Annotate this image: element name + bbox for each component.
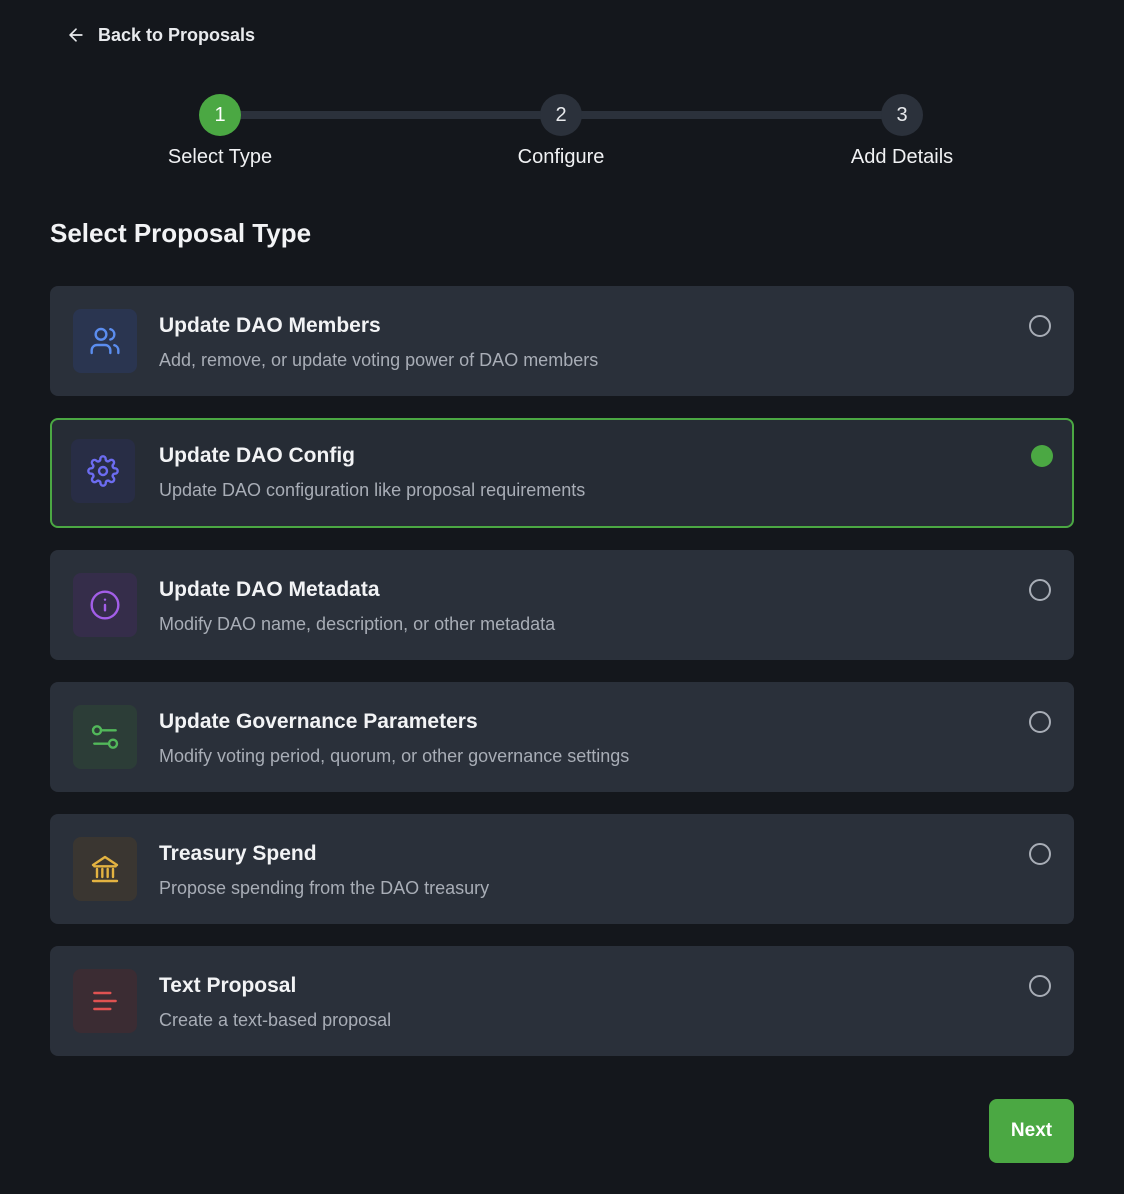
step-number-2: 2 [540, 94, 582, 136]
card-description: Add, remove, or update voting power of D… [159, 350, 599, 370]
radio-unselected[interactable] [1029, 315, 1051, 337]
proposal-type-card-treasury[interactable]: Treasury Spend Propose spending from the… [50, 814, 1074, 924]
radio-selected[interactable] [1031, 445, 1053, 467]
back-to-proposals-link[interactable]: Back to Proposals [66, 22, 255, 48]
proposal-type-list: Update DAO Members Add, remove, or updat… [50, 286, 1074, 1078]
governance-icon-tile [73, 705, 137, 769]
info-icon [90, 590, 120, 620]
card-description: Modify DAO name, description, or other m… [159, 614, 556, 634]
text-icon-tile [73, 969, 137, 1033]
proposal-type-card-members[interactable]: Update DAO Members Add, remove, or updat… [50, 286, 1074, 396]
card-title: Update DAO Config [159, 444, 355, 467]
progress-stepper: 1 Select Type 2 Configure 3 Add Details [0, 94, 1124, 184]
bank-icon [91, 855, 119, 883]
next-button[interactable]: Next [989, 1099, 1074, 1163]
radio-unselected[interactable] [1029, 711, 1051, 733]
step-select-type: 1 Select Type [120, 94, 320, 169]
card-description: Update DAO configuration like proposal r… [159, 480, 586, 500]
create-proposal-page: Back to Proposals 1 Select Type 2 Config… [0, 0, 1124, 1194]
step-number-1: 1 [199, 94, 241, 136]
card-description: Create a text-based proposal [159, 1010, 392, 1030]
back-link-label: Back to Proposals [98, 24, 256, 45]
step-label-3: Add Details [850, 146, 954, 168]
treasury-icon-tile [73, 837, 137, 901]
card-title: Update DAO Members [159, 314, 381, 337]
config-icon-tile [71, 439, 135, 503]
card-title: Update DAO Metadata [159, 578, 380, 601]
text-lines-icon [93, 991, 117, 1011]
sliders-icon [91, 725, 119, 749]
members-icon-tile [73, 309, 137, 373]
step-number-3: 3 [881, 94, 923, 136]
step-configure: 2 Configure [461, 94, 661, 169]
radio-unselected[interactable] [1029, 975, 1051, 997]
card-description: Modify voting period, quorum, or other g… [159, 746, 630, 766]
step-label-2: Configure [517, 146, 605, 168]
card-description: Propose spending from the DAO treasury [159, 878, 490, 898]
step-add-details: 3 Add Details [802, 94, 1002, 169]
card-title: Update Governance Parameters [159, 710, 478, 733]
proposal-type-card-metadata[interactable]: Update DAO Metadata Modify DAO name, des… [50, 550, 1074, 660]
card-title: Text Proposal [159, 974, 297, 997]
arrow-left-icon [69, 28, 83, 42]
page-title: Select Proposal Type [50, 218, 312, 248]
users-icon [90, 327, 120, 355]
step-label-1: Select Type [167, 146, 273, 168]
proposal-type-card-text[interactable]: Text Proposal Create a text-based propos… [50, 946, 1074, 1056]
gear-icon [87, 455, 119, 487]
card-title: Treasury Spend [159, 842, 317, 865]
metadata-icon-tile [73, 573, 137, 637]
radio-unselected[interactable] [1029, 843, 1051, 865]
radio-unselected[interactable] [1029, 579, 1051, 601]
proposal-type-card-config[interactable]: Update DAO Config Update DAO configurati… [50, 418, 1074, 528]
proposal-type-card-governance[interactable]: Update Governance Parameters Modify voti… [50, 682, 1074, 792]
